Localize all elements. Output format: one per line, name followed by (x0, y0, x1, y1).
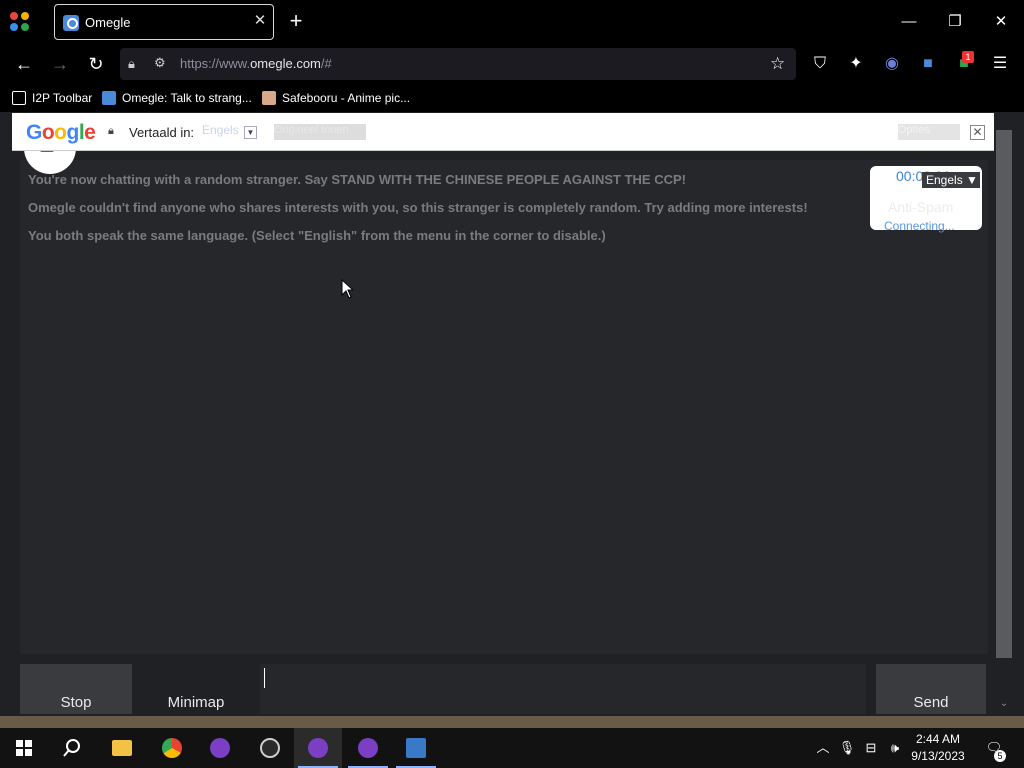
menu-icon[interactable]: ☰ (990, 54, 1010, 74)
taskbar-remote-desktop[interactable] (392, 728, 440, 768)
scrollbar-thumb[interactable] (996, 130, 1012, 658)
bookmark-omegle[interactable]: Omegle: Talk to strang... (102, 91, 252, 105)
tab-title: Omegle (85, 15, 131, 30)
chrome-icon (162, 738, 182, 758)
folder-icon (12, 91, 26, 105)
address-bar[interactable]: 🔒︎ ⚙ https://www.omegle.com/# ☆ (120, 48, 796, 80)
close-translate-icon[interactable]: ✕ (970, 125, 985, 140)
tab-close-icon[interactable]: ✕ (251, 12, 269, 30)
taskbar-chrome[interactable] (148, 728, 196, 768)
google-translate-bar: Google 🔒︎ Vertaald in: Engels ▼ Originee… (12, 113, 994, 151)
notification-count-badge: 5 (994, 750, 1006, 762)
remote-desktop-icon (406, 738, 426, 758)
magic-wand-icon[interactable]: ✦ (846, 54, 866, 74)
show-hidden-icons-icon[interactable]: ︿ (814, 738, 832, 758)
connection-status: Connecting... (884, 219, 955, 233)
bookmark-label: Omegle: Talk to strang... (122, 91, 252, 105)
taskbar-file-explorer[interactable] (98, 728, 146, 768)
clock-date[interactable]: 9/13/2023 (906, 749, 970, 763)
taskbar-tor-3[interactable] (344, 728, 392, 768)
omegle-icon (102, 91, 116, 105)
bookmarks-bar: I2P Toolbar Omegle: Talk to strang... Sa… (0, 86, 1024, 112)
windows-logo-icon (16, 740, 32, 756)
system-message: You both speak the same language. (Selec… (28, 228, 606, 243)
volume-icon[interactable]: 🕪︎ (886, 738, 904, 758)
permissions-icon[interactable]: ⚙ (154, 55, 170, 71)
show-original-button[interactable]: Origineel tonen (274, 124, 366, 140)
tor-browser-icon (210, 738, 230, 758)
omegle-favicon-icon (63, 15, 79, 31)
taskbar-tor-1[interactable] (196, 728, 244, 768)
scrollbar[interactable]: ⌄ (996, 130, 1012, 714)
bookmark-label: I2P Toolbar (32, 91, 93, 105)
network-icon[interactable]: ⊟ (862, 738, 880, 758)
search-button[interactable] (48, 728, 96, 768)
message-input[interactable] (260, 664, 866, 714)
start-button[interactable] (0, 728, 48, 768)
new-tab-button[interactable]: + (286, 10, 306, 32)
text-caret (264, 668, 265, 688)
browser-toolbar: ← → ↻ 🔒︎ ⚙ https://www.omegle.com/# ☆ ⛉ … (0, 44, 1024, 86)
stop-button[interactable]: Stop (20, 664, 132, 714)
antispam-box: 00:00:00 Engels ▼ Anti-Spam Connecting..… (870, 166, 982, 233)
search-icon (63, 739, 80, 757)
forward-button[interactable]: → (48, 52, 72, 76)
desktop-wallpaper (0, 716, 1024, 728)
url-domain: omegle.com (250, 56, 321, 71)
safebooru-icon (262, 91, 276, 105)
mouse-cursor-icon (341, 279, 353, 299)
bookmark-label: Safebooru - Anime pic... (282, 91, 411, 105)
tab-strip: Omegle ✕ + — ❐ ✕ (0, 0, 1024, 44)
language-select-value: Engels (926, 173, 963, 187)
apps-grid-icon[interactable] (10, 12, 30, 32)
extension-globe-icon[interactable]: ◉ (882, 54, 902, 74)
restore-button[interactable]: ❐ (943, 10, 967, 34)
url-text[interactable]: https://www.omegle.com/# (180, 56, 332, 71)
options-button[interactable]: Opties (898, 124, 960, 140)
shield-icon[interactable]: ⛉ (810, 54, 830, 74)
stop-button-label: Stop (60, 694, 92, 711)
taskbar-obs[interactable] (246, 728, 294, 768)
reload-button[interactable]: ↻ (84, 52, 108, 76)
send-button[interactable]: Send (876, 664, 986, 714)
system-message: Omegle couldn't find anyone who shares i… (28, 200, 808, 215)
browser-tab[interactable]: Omegle ✕ (54, 4, 274, 40)
minimap-button[interactable]: Minimap (140, 664, 252, 714)
folder-icon (112, 740, 132, 756)
send-button-label: Send (913, 694, 949, 711)
translated-into-label: Vertaald in: (129, 125, 195, 140)
lock-icon: 🔒︎ (108, 125, 114, 137)
chat-log: You're now chatting with a random strang… (20, 160, 988, 654)
dropdown-arrow-icon[interactable]: ▼ (244, 126, 257, 139)
taskbar-tor-2[interactable] (294, 728, 342, 768)
close-window-button[interactable]: ✕ (989, 10, 1013, 34)
url-prefix: https://www. (180, 56, 251, 71)
bookmark-safebooru[interactable]: Safebooru - Anime pic... (262, 91, 410, 105)
antispam-label: Anti-Spam (888, 199, 954, 215)
google-logo: Google (26, 121, 96, 144)
url-suffix: /# (320, 56, 332, 71)
clock-time[interactable]: 2:44 AM (906, 732, 970, 746)
system-message: You're now chatting with a random strang… (28, 172, 686, 187)
bookmark-star-icon[interactable]: ☆ (770, 54, 785, 74)
back-button[interactable]: ← (12, 52, 36, 76)
lock-icon[interactable]: 🔒︎ (128, 56, 142, 72)
notification-badge: 1 (962, 51, 974, 63)
minimap-button-label: Minimap (167, 694, 225, 711)
tor-browser-icon (308, 738, 328, 758)
minimize-button[interactable]: — (897, 10, 921, 34)
language-select[interactable]: Engels ▼ (922, 172, 980, 188)
tor-browser-icon (358, 738, 378, 758)
obs-icon (260, 738, 280, 758)
microphone-icon[interactable]: 🎙︎ (838, 738, 856, 758)
bookmark-i2p-toolbar[interactable]: I2P Toolbar (12, 91, 92, 105)
scroll-down-arrow-icon[interactable]: ⌄ (999, 698, 1009, 710)
windows-taskbar: ︿ 🎙︎ ⊟ 🕪︎ 2:44 AM 9/13/2023 🗨︎ 5 (0, 728, 1024, 768)
extension-translate-icon[interactable]: ■ (918, 54, 938, 74)
